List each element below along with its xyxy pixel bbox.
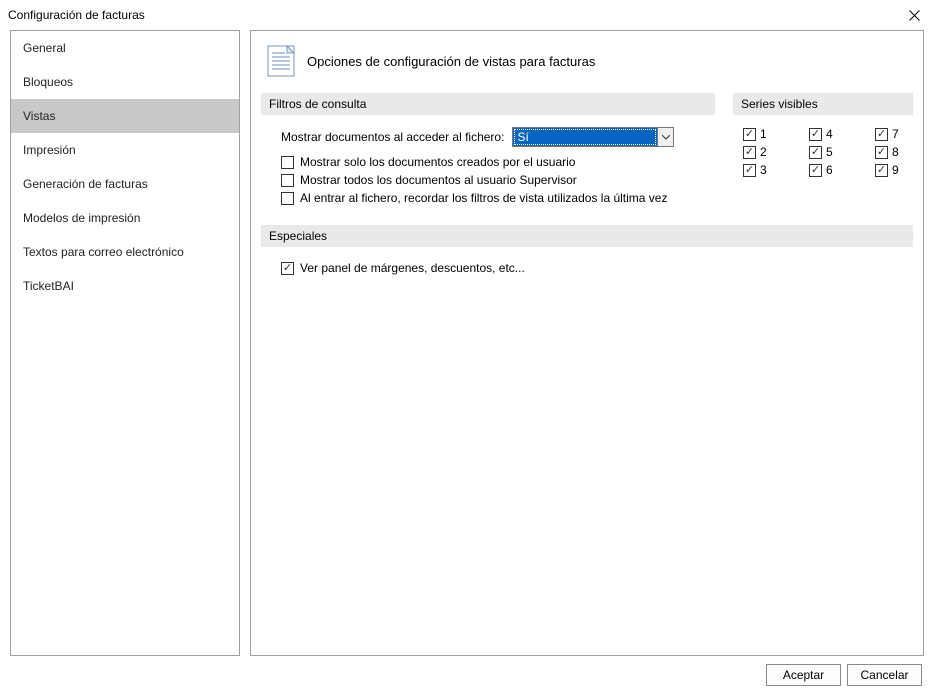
close-icon	[909, 10, 920, 21]
section-header-filtros: Filtros de consulta	[261, 93, 715, 115]
section-especiales: Especiales Ver panel de márgenes, descue…	[261, 225, 913, 277]
chk-remember-filters-row[interactable]: Al entrar al fichero, recordar los filtr…	[261, 189, 715, 207]
sidebar-item-generacion[interactable]: Generación de facturas	[11, 167, 239, 201]
series-label: 1	[760, 127, 767, 141]
series-label: 4	[826, 127, 833, 141]
sidebar-item-impresion[interactable]: Impresión	[11, 133, 239, 167]
checkbox-series-4[interactable]	[809, 128, 822, 141]
section-header-series: Series visibles	[733, 93, 913, 115]
checkbox-panel-margenes[interactable]	[281, 262, 294, 275]
chk-panel-row[interactable]: Ver panel de márgenes, descuentos, etc..…	[261, 259, 913, 277]
button-bar: Aceptar Cancelar	[766, 664, 922, 686]
show-docs-label: Mostrar documentos al acceder al fichero…	[281, 130, 504, 144]
ok-button[interactable]: Aceptar	[766, 664, 841, 686]
chk-only-user-row[interactable]: Mostrar solo los documentos creados por …	[261, 153, 715, 171]
series-grid: 1 4 7 2 5 8 3 6 9	[733, 127, 913, 177]
sidebar-item-modelos[interactable]: Modelos de impresión	[11, 201, 239, 235]
series-label: 6	[826, 163, 833, 177]
sidebar-item-ticketbai[interactable]: TicketBAI	[11, 269, 239, 303]
page-title: Opciones de configuración de vistas para…	[307, 54, 595, 69]
checkbox-series-8[interactable]	[875, 146, 888, 159]
close-button[interactable]	[902, 3, 926, 27]
series-1[interactable]: 1	[743, 127, 781, 141]
series-8[interactable]: 8	[875, 145, 913, 159]
checkbox-series-1[interactable]	[743, 128, 756, 141]
section-header-especiales: Especiales	[261, 225, 913, 247]
sidebar: General Bloqueos Vistas Impresión Genera…	[10, 30, 240, 656]
combo-dropdown-button[interactable]	[657, 128, 673, 146]
series-3[interactable]: 3	[743, 163, 781, 177]
checkbox-all-supervisor[interactable]	[281, 174, 294, 187]
series-7[interactable]: 7	[875, 127, 913, 141]
series-2[interactable]: 2	[743, 145, 781, 159]
titlebar: Configuración de facturas	[0, 0, 934, 30]
chk-panel-label: Ver panel de márgenes, descuentos, etc..…	[300, 261, 525, 275]
section-series: Series visibles 1 4 7 2 5 8 3 6 9	[733, 93, 913, 207]
show-docs-value: Sí	[513, 128, 657, 146]
series-label: 3	[760, 163, 767, 177]
sidebar-item-bloqueos[interactable]: Bloqueos	[11, 65, 239, 99]
dialog-body: General Bloqueos Vistas Impresión Genera…	[0, 30, 934, 656]
series-label: 9	[892, 163, 899, 177]
content-panel: Opciones de configuración de vistas para…	[250, 30, 924, 656]
series-label: 2	[760, 145, 767, 159]
checkbox-series-2[interactable]	[743, 146, 756, 159]
cancel-button[interactable]: Cancelar	[847, 664, 922, 686]
series-label: 8	[892, 145, 899, 159]
checkbox-series-5[interactable]	[809, 146, 822, 159]
chk-remember-filters-label: Al entrar al fichero, recordar los filtr…	[300, 191, 667, 205]
checkbox-series-6[interactable]	[809, 164, 822, 177]
window-title: Configuración de facturas	[8, 8, 145, 22]
sidebar-item-vistas[interactable]: Vistas	[11, 99, 239, 133]
checkbox-series-3[interactable]	[743, 164, 756, 177]
checkbox-remember-filters[interactable]	[281, 192, 294, 205]
checkbox-series-9[interactable]	[875, 164, 888, 177]
chevron-down-icon	[662, 135, 670, 140]
series-5[interactable]: 5	[809, 145, 847, 159]
show-docs-combo[interactable]: Sí	[512, 127, 674, 147]
section-row-top: Filtros de consulta Mostrar documentos a…	[261, 93, 913, 207]
checkbox-only-user[interactable]	[281, 156, 294, 169]
content-header: Opciones de configuración de vistas para…	[261, 45, 913, 77]
series-label: 7	[892, 127, 899, 141]
checkbox-series-7[interactable]	[875, 128, 888, 141]
series-9[interactable]: 9	[875, 163, 913, 177]
chk-all-supervisor-label: Mostrar todos los documentos al usuario …	[300, 173, 577, 187]
sidebar-item-textos[interactable]: Textos para correo electrónico	[11, 235, 239, 269]
sidebar-item-general[interactable]: General	[11, 31, 239, 65]
show-docs-field: Mostrar documentos al acceder al fichero…	[261, 127, 715, 153]
series-6[interactable]: 6	[809, 163, 847, 177]
series-label: 5	[826, 145, 833, 159]
section-filtros: Filtros de consulta Mostrar documentos a…	[261, 93, 715, 207]
document-icon	[267, 45, 295, 77]
chk-all-supervisor-row[interactable]: Mostrar todos los documentos al usuario …	[261, 171, 715, 189]
series-4[interactable]: 4	[809, 127, 847, 141]
chk-only-user-label: Mostrar solo los documentos creados por …	[300, 155, 575, 169]
